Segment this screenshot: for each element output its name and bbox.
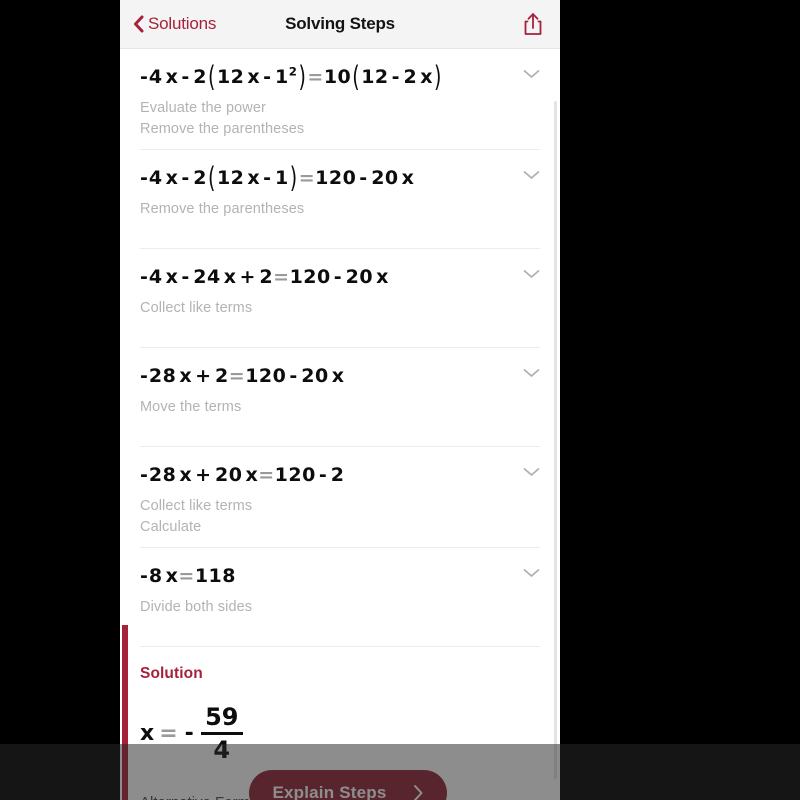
chevron-left-icon — [134, 15, 144, 33]
step-hint-line: Remove the parentheses — [140, 120, 305, 137]
step-row[interactable]: -28 x +2=120-20 x Move the terms — [140, 348, 540, 448]
step-hints: Collect like terms — [140, 298, 540, 319]
step-row[interactable]: -28 x +20 x=120-2 Collect like terms Calcul… — [140, 447, 540, 549]
steps-scroll-area[interactable]: -4 x -2(12 x -12)=10(12-2 x) Evaluate the pow… — [120, 49, 560, 800]
share-icon[interactable] — [522, 11, 544, 37]
chevron-down-icon[interactable] — [523, 269, 540, 279]
step-equation: -8 x=118 — [140, 565, 236, 588]
step-hint-line: Move the terms — [140, 399, 242, 416]
solution-sign: - — [184, 721, 194, 747]
step-row[interactable]: -8 x=118 Divide both sides — [140, 548, 540, 648]
step-hint-line: Divide both sides — [140, 599, 253, 616]
step-hint-line: Evaluate the power — [140, 100, 266, 116]
step-hint-line: Collect like terms — [140, 300, 253, 317]
chevron-down-icon[interactable] — [523, 467, 540, 477]
fraction-numerator: 59 — [205, 703, 239, 732]
step-hints: Remove the parentheses — [140, 199, 540, 220]
chevron-down-icon[interactable] — [523, 568, 540, 578]
solution-heading: Solution — [140, 665, 203, 683]
back-button-label: Solutions — [148, 14, 217, 33]
step-equation: -28 x +20 x=120-2 — [140, 464, 345, 487]
step-equation: -4 x -24 x +2=120-20 x — [140, 266, 389, 289]
step-equation: -28 x +2=120-20 x — [140, 365, 345, 388]
step-hint-line: Remove the parentheses — [140, 201, 305, 218]
solution-equals: = — [159, 721, 178, 747]
vertical-scrollbar[interactable] — [554, 101, 557, 779]
step-row[interactable]: -4 x -2(12 x -1)=120-20 x Remove the parenthe… — [140, 150, 540, 250]
phone-screen: Solutions Solving Steps -4 x -2(12 x -12)=10… — [120, 0, 560, 800]
step-hints: Move the terms — [140, 397, 540, 418]
step-row[interactable]: -4 x -2(12 x -12)=10(12-2 x) Evaluate the pow… — [140, 49, 540, 151]
bottom-dim-overlay — [0, 744, 800, 800]
step-row[interactable]: -4 x -24 x +2=120-20 x Collect like terms — [140, 249, 540, 349]
step-hints: Evaluate the power Remove the parenthese… — [140, 98, 540, 139]
step-hints: Collect like terms Calculate — [140, 496, 540, 537]
navigation-bar: Solutions Solving Steps — [120, 0, 560, 49]
step-equation: -4 x -2(12 x -12)=10(12-2 x) — [140, 60, 442, 94]
chevron-down-icon[interactable] — [523, 170, 540, 180]
screenshot-root: Solutions Solving Steps -4 x -2(12 x -12)=10… — [0, 0, 800, 800]
back-button[interactable]: Solutions — [133, 14, 216, 34]
step-hint-line: Collect like terms — [140, 498, 253, 515]
chevron-down-icon[interactable] — [523, 69, 540, 79]
chevron-down-icon[interactable] — [523, 368, 540, 378]
solution-variable: x — [140, 721, 155, 747]
step-equation: -4 x -2(12 x -1)=120-20 x — [140, 161, 415, 195]
step-hint-line: Calculate — [140, 518, 202, 535]
step-hints: Divide both sides — [140, 597, 540, 618]
